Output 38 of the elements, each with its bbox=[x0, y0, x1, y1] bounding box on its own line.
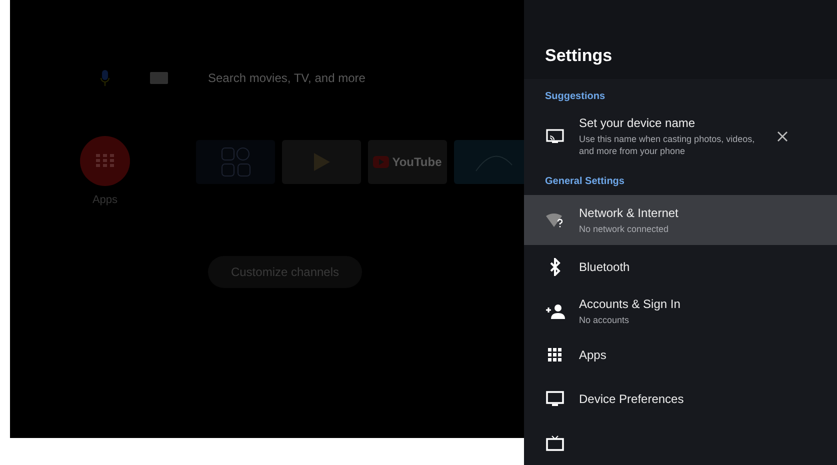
section-heading: Suggestions bbox=[544, 90, 606, 104]
settings-item[interactable]: Accounts & Sign In No accounts bbox=[524, 289, 837, 333]
settings-item[interactable]: Device Preferences bbox=[524, 377, 837, 421]
close-icon bbox=[777, 131, 788, 142]
settings-item[interactable]: Apps bbox=[524, 333, 837, 377]
section-heading: General Settings bbox=[544, 175, 626, 189]
app-tile[interactable] bbox=[196, 140, 275, 184]
bluetooth-icon bbox=[549, 258, 561, 276]
play-store-icon bbox=[312, 152, 330, 172]
monitor-icon bbox=[546, 391, 564, 407]
app-grid-icon bbox=[220, 147, 250, 177]
add-person-icon bbox=[545, 304, 565, 318]
apps-button[interactable] bbox=[80, 136, 130, 186]
app-tile[interactable] bbox=[454, 140, 524, 184]
settings-item[interactable]: Network & Internet No network connected bbox=[524, 195, 837, 245]
keyboard-icon bbox=[150, 72, 168, 84]
item-title: Apps bbox=[579, 348, 608, 362]
item-subtitle: No network connected bbox=[579, 222, 670, 234]
tile-label: YouTube bbox=[392, 155, 442, 169]
wifi-question-icon bbox=[545, 212, 565, 228]
grid-icon bbox=[96, 154, 114, 168]
item-subtitle: No accounts bbox=[579, 314, 630, 326]
cast-icon bbox=[546, 129, 564, 144]
play-logo-icon bbox=[373, 156, 390, 168]
item-title: Set your device name bbox=[579, 116, 696, 130]
close-button[interactable] bbox=[777, 131, 788, 142]
grid-icon bbox=[548, 348, 562, 362]
settings-item[interactable]: Bluetooth bbox=[524, 245, 837, 289]
tv-icon bbox=[546, 435, 564, 451]
item-title: Bluetooth bbox=[579, 260, 631, 274]
app-tile[interactable] bbox=[282, 140, 361, 184]
item-title: Device Preferences bbox=[579, 392, 685, 406]
item-subtitle: Use this name when casting photos, videos, and more from your phone bbox=[579, 133, 756, 158]
panel-title: Settings bbox=[545, 46, 612, 66]
microphone-icon bbox=[100, 70, 110, 86]
item-title: Network & Internet bbox=[579, 206, 680, 220]
item-title: Accounts & Sign In bbox=[579, 296, 682, 310]
settings-item[interactable]: Set your device name Use this name when casting photos, videos, and more from your phone bbox=[524, 110, 837, 164]
